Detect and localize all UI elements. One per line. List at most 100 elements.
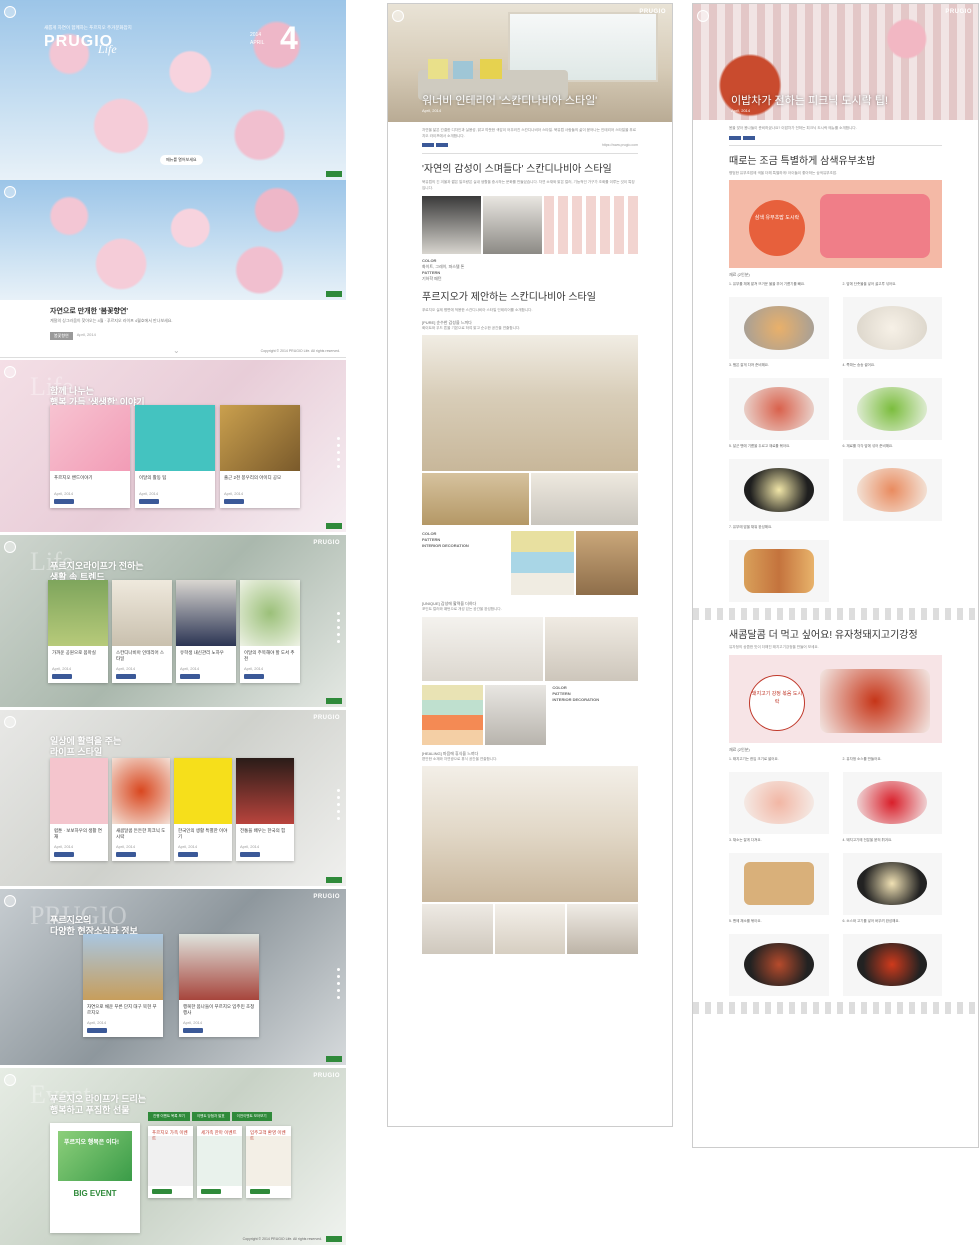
recipe-step: 7. 유부에 밥을 채워 완성해요. [729,525,829,602]
recipe-step: 5. 팬에 채소를 볶아요. [729,919,829,996]
card[interactable]: 스칸디나비아 인테리어 스타일 April, 2014 [112,580,172,683]
recipe-badge: 돼지고기 강정 볶음 도시락 [749,674,805,731]
menu-icon[interactable] [392,10,404,22]
twitter-share-icon[interactable] [743,135,755,140]
menu-icon[interactable] [4,716,16,728]
facebook-share-icon[interactable] [729,135,741,140]
facebook-share-icon[interactable] [224,499,244,504]
card-list: 자연으로 채운 푸른 단지 대구 북현 푸르지오 April, 2014 행복한 … [83,934,259,1037]
menu-icon[interactable] [4,541,16,553]
pagination-dots[interactable] [337,612,340,644]
card[interactable]: 이달의 활동 팁 April, 2014 [135,405,215,508]
tab-past-events[interactable]: 이전이벤트 모아보기 [231,1112,272,1121]
pagination-dots[interactable] [337,968,340,1000]
section-trends: PRUGIO Life 푸르지오라이프가 전하는 생활 속 트렌드 가까운 공원으… [0,535,346,707]
facebook-share-icon[interactable] [422,143,434,147]
pork-photo [820,668,930,733]
apply-button[interactable] [250,1189,270,1194]
card[interactable]: 이달의 주목해야 할 도서 추천 April, 2014 [240,580,300,683]
facebook-share-icon[interactable] [87,1028,107,1033]
photo-strip [422,616,638,681]
card[interactable]: 입주고객 환영 이벤트 [246,1126,291,1198]
intro-photo [0,180,346,300]
chevron-down-icon[interactable]: ⌄ [173,346,180,355]
palette-row: COLOR PATTERN INTERIOR DECORATION [422,531,639,595]
card[interactable]: 전통을 배우는 한국의 힘 April, 2014 [236,758,294,861]
section-heading: '자연의 감성이 스며들다' 스칸디나비아 스타일 [422,164,612,175]
recipe-steps: 1. 돼지고기는 한입 크기로 썰어요. 2. 유자청 소스를 만들어요. 3.… [729,757,942,996]
recipe-banner: 돼지고기 강정 볶음 도시락 [729,654,942,743]
palette-row: COLOR PATTERN INTERIOR DECORATION [422,684,638,745]
card[interactable]: 출근 2천 봉우리의 아이디 공모 April, 2014 [220,405,300,508]
cover-month: APRIL [250,40,265,46]
intro-tag[interactable]: 봄꽃향연 [50,332,73,340]
prugio-logo [326,523,342,529]
card[interactable]: 세가족 한마 이벤트 [197,1126,242,1198]
twitter-share-icon[interactable] [436,143,448,147]
prugio-logo [326,1236,342,1242]
card[interactable]: 푸르지오 밴드이야기 April, 2014 [50,405,130,508]
menu-icon[interactable] [4,1074,16,1086]
card[interactable]: 자연으로 채운 푸른 단지 대구 북현 푸르지오 April, 2014 [83,934,163,1037]
menu-icon[interactable] [697,10,709,22]
recipe-intro: 유자청의 상큼한 맛이 더해진 돼지고기강정을 만들어 보세요. [729,645,819,649]
recipe-step: 1. 유부를 체에 밭쳐 뜨거운 물을 부어 기름기를 빼요. [729,282,829,359]
cover-tagline: 새롭게 자연이 함께하는 푸르지오 주거문화잡지 [44,25,132,30]
menu-icon[interactable] [4,186,16,198]
prugio-logo [326,877,342,883]
card[interactable]: 푸르지오 가족 이벤트 [148,1126,193,1198]
card[interactable]: 한국인의 생활 특별한 이야기 April, 2014 [174,758,232,861]
facebook-share-icon[interactable] [54,852,74,857]
apply-button[interactable] [201,1189,221,1194]
menu-icon[interactable] [4,366,16,378]
section-title: 푸르지오 라이프가 드리는 행복하고 푸짐한 선물 [50,1094,147,1115]
pagination-dots[interactable] [337,789,340,821]
facebook-share-icon[interactable] [180,674,200,679]
article-intro: 봄을 맞아 봄나들이 준비하셨나요? 이밥차가 전하는 피크닉 도시락 메뉴를 … [729,126,857,130]
article-title: 이밥차가 전하는 피크닉 도시락 팁! [731,95,888,107]
card[interactable]: 행복한 봄나들이 푸르지오 입주민 초청 행사 April, 2014 [179,934,259,1037]
card[interactable]: 럽툰 · 보보하우의 생활 연재 April, 2014 [50,758,108,861]
facebook-share-icon[interactable] [244,674,264,679]
apply-button[interactable] [152,1189,172,1194]
prugio-logo [326,698,342,704]
intro-slide: 자연으로 만개한 '봄꽃향연' 계절의 싱그러움이 찾아오는 4월 · 푸르지오… [0,180,346,358]
menu-icon[interactable] [4,895,16,907]
menu-icon[interactable] [4,6,16,18]
card[interactable]: 가까운 공원으로 봄마실 April, 2014 [48,580,108,683]
open-menu-button[interactable]: 메뉴를 열어보세요 [160,155,203,165]
recipe-step: 4. 쪽파는 송송 썰어요. [842,363,942,440]
tab-events[interactable]: 진행 이벤트 목록 보기 [148,1112,190,1121]
facebook-share-icon[interactable] [52,674,72,679]
card[interactable]: 유학생 내신관리 노하우 April, 2014 [176,580,236,683]
section-heading: 푸르지오가 제안하는 스칸디나비아 스타일 [422,292,596,303]
cover-brand-script: Life [98,42,117,56]
tab-winners[interactable]: 이벤트 당첨자 발표 [191,1112,230,1121]
big-event-label: BIG EVENT [73,1189,117,1198]
section-event: PRUGIO Event 푸르지오 라이프가 드리는 행복하고 푸짐한 선물 진행… [0,1068,346,1245]
copyright: Copyright © 2014 PRUGIO Life. All rights… [242,1237,322,1241]
picnic-recipe-article: PRUGIO 이밥차가 전하는 피크닉 도시락 팁! April, 2014 봄… [692,3,979,1148]
footer [326,171,342,177]
divider [693,1001,978,1014]
recipe-step: 4. 돼지고기에 전분을 묻혀 튀겨요. [842,838,942,915]
prugio-brand: PRUGIO [313,540,340,546]
card[interactable]: 새콤달콤 든든한 피크닉 도시락 April, 2014 [112,758,170,861]
pagination-dots[interactable] [337,437,340,469]
recipe-step: 6. 재료를 각각 밥에 섞어 준비해요. [842,444,942,521]
facebook-share-icon[interactable] [116,674,136,679]
big-event-card[interactable]: 푸르지오 행복은 이다! BIG EVENT [50,1123,140,1233]
facebook-share-icon[interactable] [54,499,74,504]
ingredients-title: 재료 (2인분) [729,746,750,752]
facebook-share-icon[interactable] [116,852,136,857]
intro-desc: 계절의 싱그러움이 찾아오는 4월 · 푸르지오 라이프 4월호에서 만나보세요… [50,318,173,323]
facebook-share-icon[interactable] [240,852,260,857]
facebook-share-icon[interactable] [183,1028,203,1033]
share-url: https://www.prugio.com [601,143,638,147]
lunchbox-photo [820,194,930,258]
share-bar: https://www.prugio.com [388,143,672,148]
intro-date: April, 2014 [76,332,96,337]
facebook-share-icon[interactable] [139,499,159,504]
recipe-badge: 삼색 유부초밥 도시락 [749,200,805,256]
facebook-share-icon[interactable] [178,852,198,857]
